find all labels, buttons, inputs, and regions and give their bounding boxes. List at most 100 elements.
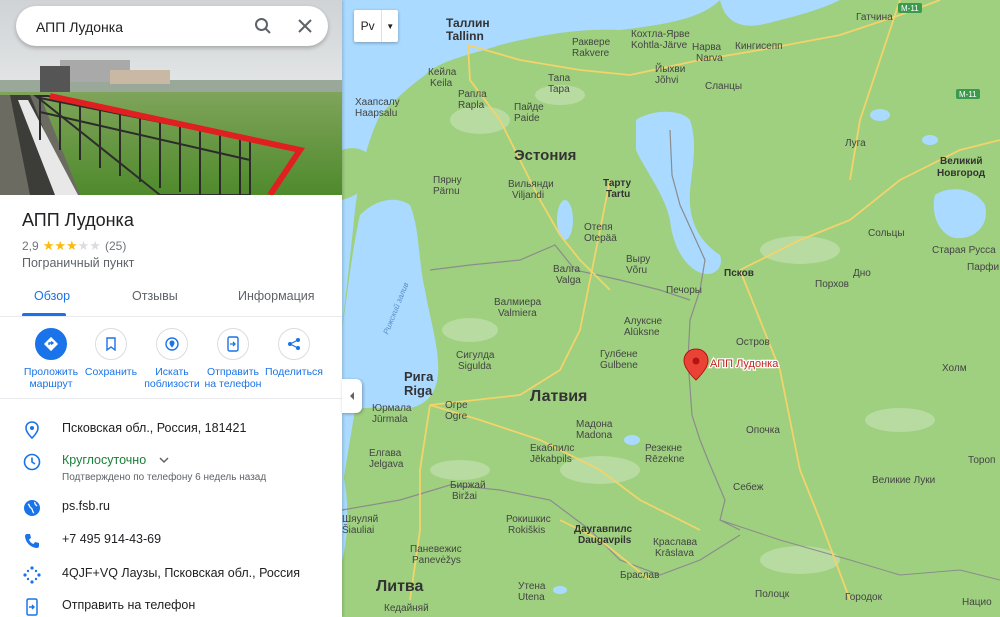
- directions-icon: [35, 328, 67, 360]
- map-label-jekabpils-en: Jēkabpils: [530, 454, 572, 465]
- send-to-phone-text: Отправить на телефон: [62, 598, 196, 612]
- map-label-rapla: Рапла: [458, 89, 487, 100]
- save-label: Сохранить: [84, 366, 138, 378]
- reviews-count[interactable]: (25): [105, 239, 126, 253]
- map-label-utena-en: Utena: [518, 592, 545, 603]
- place-tabs: Обзор Отзывы Информация: [0, 280, 342, 317]
- map-label-dno: Дно: [853, 268, 871, 279]
- map-label-riga: Рига: [404, 369, 434, 384]
- map-label-rezekne: Резекне: [645, 443, 683, 454]
- map-label-porhov: Порхов: [815, 279, 849, 290]
- rating-row[interactable]: 2,9 ★★★★★ (25): [22, 238, 126, 254]
- map-label-ostrov: Остров: [736, 337, 770, 348]
- map-label-sebezh: Себеж: [733, 481, 764, 493]
- location-pin-icon: [22, 420, 42, 440]
- map-label-daugavpils: Даугавпилс: [574, 524, 633, 535]
- map-label-valmiera-en: Valmiera: [498, 308, 537, 319]
- directions-button[interactable]: Проложить маршрут: [18, 328, 84, 390]
- map-label-tartu-en: Tartu: [606, 189, 630, 200]
- send-to-phone-row-icon: [22, 597, 42, 617]
- map-label-ogre: Огре: [445, 400, 468, 411]
- highway-label-m11: M-11: [959, 90, 977, 99]
- layer-label: Рv: [354, 10, 383, 42]
- map-label-sigulda: Сигулда: [456, 350, 495, 361]
- map-label-panevezys: Паневежис: [410, 544, 462, 555]
- map-label-tallinn-en: Tallinn: [446, 29, 484, 43]
- tab-overview[interactable]: Обзор: [34, 289, 70, 303]
- share-button[interactable]: Поделиться: [261, 328, 327, 378]
- map-label-viljandi: Вильянди: [508, 179, 554, 190]
- map-label-rakvere: Раквере: [572, 37, 611, 48]
- phone-row[interactable]: +7 495 914-43-69: [0, 525, 342, 555]
- rating-value: 2,9: [22, 239, 39, 253]
- map-label-paide: Пайде: [514, 102, 544, 113]
- share-label: Поделиться: [265, 366, 323, 378]
- marker-label: АПП Лудонка: [710, 358, 779, 370]
- map-label-novgorod2: Новгород: [937, 168, 986, 179]
- collapse-panel-button[interactable]: [342, 379, 362, 413]
- plus-code-row[interactable]: 4QJF+VQ Лаузы, Псковская обл., Россия: [0, 559, 342, 589]
- save-button[interactable]: Сохранить: [78, 328, 144, 378]
- website-link: ps.fsb.ru: [62, 499, 110, 513]
- map-label-velikie: Великие Луки: [872, 475, 935, 486]
- plus-code-text: 4QJF+VQ Лаузы, Псковская обл., Россия: [62, 566, 301, 580]
- plus-code-icon: [22, 565, 42, 585]
- map-label-daugavpils-en: Daugavpils: [578, 535, 632, 546]
- map-label-tallinn: Таллин: [446, 16, 490, 30]
- website-row[interactable]: ps.fsb.ru: [0, 492, 342, 522]
- caret-down-icon[interactable]: ▼: [382, 22, 398, 31]
- highway-label-m11-top: M-11: [901, 4, 919, 13]
- chevron-down-icon[interactable]: [158, 453, 170, 471]
- map-label-slantsy: Сланцы: [705, 81, 742, 92]
- map-label-pechory: Печоры: [666, 285, 702, 296]
- map-label-ogre-en: Ogre: [445, 411, 468, 422]
- address-text: Псковская обл., Россия, 181421: [62, 421, 247, 435]
- map-label-lithuania: Литва: [376, 578, 424, 595]
- map-canvas[interactable]: Таллин Tallinn Кейла Keila Раквере Rakve…: [342, 0, 1000, 617]
- phone-icon: [22, 531, 42, 551]
- map-label-voru: Выру: [626, 254, 650, 265]
- search-input[interactable]: [34, 15, 258, 39]
- map-label-jurmala-en: Jūrmala: [372, 414, 408, 425]
- map-label-birzai: Биржай: [450, 480, 486, 491]
- tab-reviews[interactable]: Отзывы: [132, 289, 178, 303]
- send-to-phone-row[interactable]: Отправить на телефон: [0, 591, 342, 617]
- address-row[interactable]: Псковская обл., Россия, 181421: [0, 414, 342, 444]
- map-label-riga-en: Riga: [404, 383, 433, 398]
- send-to-phone-button[interactable]: Отправить на телефон: [200, 328, 266, 390]
- nearby-button[interactable]: Искать поблизости: [139, 328, 205, 390]
- search-icon[interactable]: [252, 15, 274, 37]
- map-label-rakvere-en: Rakvere: [572, 48, 610, 59]
- map-label-aluksne: Алуксне: [624, 316, 663, 327]
- map-label-aluksne-en: Alūksne: [624, 327, 660, 338]
- map-label-luga: Луга: [845, 138, 866, 149]
- map-label-utena: Утена: [518, 581, 546, 592]
- map-label-gulbene-en: Gulbene: [600, 360, 638, 371]
- close-icon[interactable]: [294, 15, 316, 37]
- map-label-jurmala: Юрмала: [372, 403, 412, 414]
- map-label-latvia: Латвия: [530, 388, 587, 405]
- active-tab-indicator: [22, 313, 66, 316]
- map-label-otepaa-en: Otepää: [584, 233, 617, 244]
- map-label-viljandi-en: Viljandi: [512, 190, 544, 201]
- rating-stars: ★★★★★: [42, 238, 101, 253]
- bookmark-icon: [95, 328, 127, 360]
- hours-row[interactable]: Круглосуточно Подтверждено по телефону 6…: [0, 446, 342, 490]
- map-label-pskov: Псков: [724, 268, 754, 279]
- map-label-paide-en: Paide: [514, 113, 540, 124]
- map-label-braslav: Браслав: [620, 570, 659, 581]
- hours-text: Круглосуточно: [62, 453, 147, 467]
- tab-about[interactable]: Информация: [238, 289, 315, 303]
- map-label-gatchina: Гатчина: [856, 12, 893, 23]
- nearby-icon: [156, 328, 188, 360]
- send-to-phone-icon: [217, 328, 249, 360]
- map-label-kraslava: Краслава: [653, 537, 698, 548]
- map-label-tapa: Тапа: [548, 73, 571, 84]
- map-label-jyhvi: Йыхви: [655, 62, 685, 75]
- map-label-opochka: Опочка: [746, 425, 780, 436]
- layer-switch[interactable]: Рv ▼: [354, 10, 398, 42]
- map-label-voru-en: Võru: [626, 265, 647, 276]
- map-label-parfino: Парфи: [967, 261, 999, 273]
- place-category[interactable]: Пограничный пункт: [22, 256, 134, 270]
- map-label-narva: Нарва: [692, 42, 722, 53]
